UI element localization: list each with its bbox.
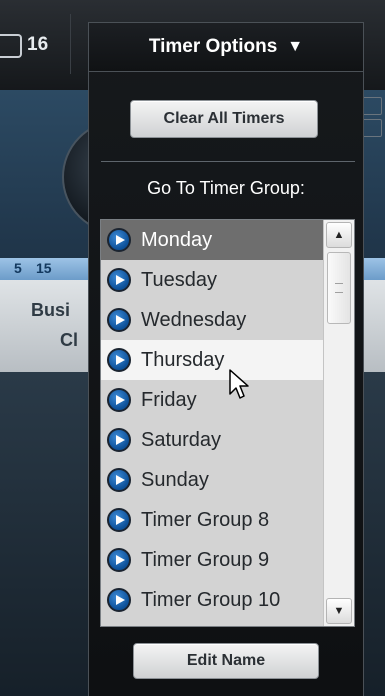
timer-options-header[interactable]: Timer Options ▼ (89, 23, 363, 72)
ruler-tick-label: 15 (36, 260, 52, 276)
divider (101, 161, 355, 162)
timer-group-item-label: Tuesday (141, 268, 217, 291)
play-circle-icon (107, 468, 131, 492)
goto-timer-group-label: Go To Timer Group: (147, 178, 305, 198)
timer-group-item[interactable]: Thursday (101, 340, 323, 380)
play-circle-icon (107, 588, 131, 612)
play-circle-icon (107, 428, 131, 452)
play-circle-icon (107, 388, 131, 412)
clear-all-timers-button[interactable]: Clear All Timers (130, 100, 318, 138)
edit-name-button[interactable]: Edit Name (133, 643, 319, 679)
play-circle-icon (107, 548, 131, 572)
timer-group-item[interactable]: Tuesday (101, 260, 323, 300)
timer-group-listbox[interactable]: Monday Tuesday Wednesday Thursday Friday Satu… (100, 219, 355, 627)
timer-group-item[interactable]: Sunday (101, 460, 323, 500)
expand-arrows-icon[interactable] (362, 119, 382, 137)
timer-group-item[interactable]: Timer Group 8 (101, 500, 323, 540)
scroll-up-arrow-icon[interactable]: ▲ (326, 222, 352, 248)
scrollbar-thumb[interactable] (327, 252, 351, 324)
counter-checkbox[interactable] (0, 34, 22, 58)
play-circle-icon (107, 228, 131, 252)
play-circle-icon (107, 268, 131, 292)
timer-group-item-label: Thursday (141, 348, 225, 371)
timer-group-item[interactable]: Wednesday (101, 300, 323, 340)
background-view-icons (362, 97, 384, 141)
timer-group-item-label: Friday (141, 388, 197, 411)
counter-value: 16 (27, 34, 49, 55)
mouse-pointer-icon (229, 369, 249, 399)
timer-group-item-label: Timer Group 10 (141, 588, 281, 611)
timer-group-item-label: Timer Group 9 (141, 548, 270, 571)
grid-view-icon[interactable] (362, 97, 382, 115)
timer-group-item-label: Wednesday (141, 308, 247, 331)
timer-group-item[interactable]: Monday (101, 220, 323, 260)
play-circle-icon (107, 508, 131, 532)
timer-group-item[interactable]: Saturday (101, 420, 323, 460)
timer-card-subtitle: Cl (60, 330, 78, 350)
timer-group-item[interactable]: Timer Group 10 (101, 580, 323, 620)
timer-group-item-label: Timer Group 8 (141, 508, 270, 531)
toolbar-separator (70, 14, 71, 74)
triangle-down-icon: ▼ (287, 38, 304, 55)
timer-group-item-label: Sunday (141, 468, 209, 491)
timer-group-item[interactable]: Timer Group 9 (101, 540, 323, 580)
timer-group-list: Monday Tuesday Wednesday Thursday Friday Satu… (101, 220, 323, 620)
ruler-tick-label: 5 (14, 260, 22, 276)
timer-card-title: Busi (31, 300, 71, 320)
listbox-scrollbar[interactable]: ▲ ▼ (323, 220, 354, 626)
timer-group-item-label: Monday (141, 228, 213, 251)
timer-options-panel: Timer Options ▼ Clear All Timers Go To T… (88, 22, 364, 696)
timer-options-title: Timer Options (148, 36, 278, 57)
scroll-down-arrow-icon[interactable]: ▼ (326, 598, 352, 624)
timer-group-item[interactable]: Friday (101, 380, 323, 420)
play-circle-icon (107, 308, 131, 332)
timer-group-item-label: Saturday (141, 428, 222, 451)
play-circle-icon (107, 348, 131, 372)
